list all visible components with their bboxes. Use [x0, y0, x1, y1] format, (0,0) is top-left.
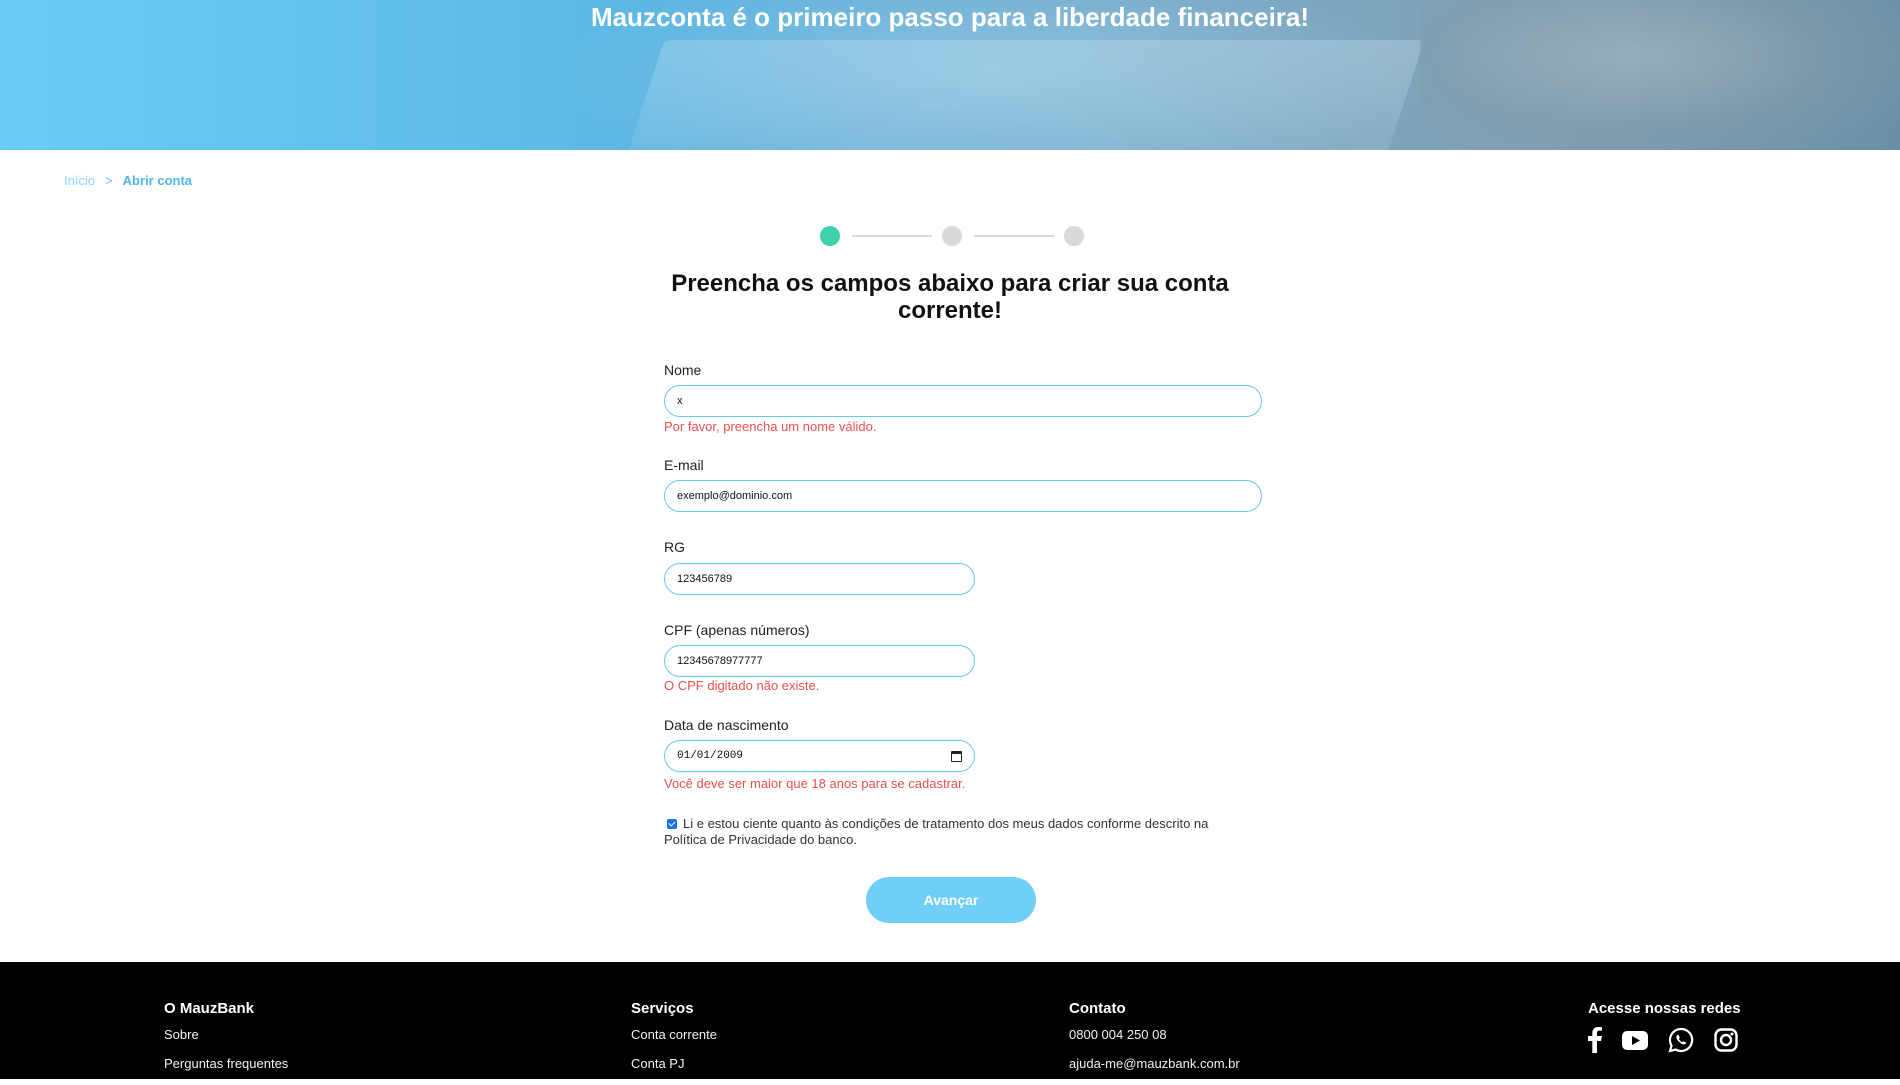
footer-about-heading: O MauzBank: [164, 1000, 255, 1017]
footer-social-column: Acesse nossas redes: [1588, 1000, 1741, 1053]
cpf-input[interactable]: [664, 645, 975, 677]
youtube-icon[interactable]: [1622, 1030, 1648, 1050]
breadcrumb-separator: >: [105, 173, 113, 188]
footer-social-heading: Acesse nossas redes: [1588, 1000, 1741, 1017]
email-label: E-mail: [664, 457, 704, 473]
rg-input[interactable]: [664, 563, 975, 595]
advance-button[interactable]: Avançar: [866, 877, 1036, 923]
step-3-dot: [1064, 226, 1084, 246]
footer-contact-email[interactable]: ajuda-me@mauzbank.com.br: [1069, 1056, 1240, 1071]
footer-services-column: Serviços Conta corrente Conta PJ: [631, 1000, 717, 1085]
nome-label: Nome: [664, 362, 702, 378]
form-title: Preencha os campos abaixo para criar sua…: [671, 270, 1229, 324]
progress-stepper: [820, 226, 1084, 246]
step-connector: [852, 235, 932, 237]
whatsapp-icon[interactable]: [1668, 1027, 1694, 1053]
privacy-consent: Li e estou ciente quanto às condições de…: [664, 816, 1224, 848]
hero-title: Mauzconta é o primeiro passo para a libe…: [590, 2, 1310, 32]
footer-services-heading: Serviços: [631, 1000, 694, 1017]
footer: O MauzBank Sobre Perguntas frequentes Se…: [0, 962, 1900, 1079]
social-links: [1588, 1027, 1741, 1053]
footer-link-faq[interactable]: Perguntas frequentes: [164, 1056, 288, 1071]
step-connector: [974, 235, 1054, 237]
nascimento-label: Data de nascimento: [664, 717, 789, 733]
cpf-error: O CPF digitado não existe.: [664, 678, 820, 693]
footer-link-conta-pj[interactable]: Conta PJ: [631, 1056, 717, 1071]
step-1-dot: [820, 226, 840, 246]
footer-link-conta-corrente[interactable]: Conta corrente: [631, 1027, 717, 1042]
nome-error: Por favor, preencha um nome válido.: [664, 419, 877, 434]
rg-label: RG: [664, 539, 685, 555]
email-input[interactable]: [664, 480, 1262, 512]
footer-contact-heading: Contato: [1069, 1000, 1126, 1017]
consent-text: Li e estou ciente quanto às condições de…: [664, 816, 1209, 847]
calendar-icon[interactable]: [951, 750, 962, 762]
facebook-icon[interactable]: [1588, 1027, 1602, 1053]
cpf-label: CPF (apenas números): [664, 622, 810, 638]
hero-banner: Mauzconta é o primeiro passo para a libe…: [0, 0, 1900, 150]
footer-contact-column: Contato 0800 004 250 08 ajuda-me@mauzban…: [1069, 1000, 1240, 1085]
footer-contact-phone[interactable]: 0800 004 250 08: [1069, 1027, 1240, 1042]
nascimento-value: 01/01/2009: [677, 750, 744, 762]
footer-about-column: O MauzBank Sobre Perguntas frequentes: [164, 1000, 288, 1085]
step-2-dot: [942, 226, 962, 246]
breadcrumb-home-link[interactable]: Início: [64, 173, 95, 188]
footer-link-sobre[interactable]: Sobre: [164, 1027, 288, 1042]
breadcrumb: Início > Abrir conta: [64, 173, 192, 188]
consent-checkbox[interactable]: [667, 819, 677, 829]
nome-input[interactable]: [664, 385, 1262, 417]
breadcrumb-current: Abrir conta: [122, 173, 193, 188]
nascimento-date-input[interactable]: 01/01/2009: [664, 740, 975, 772]
nascimento-error: Você deve ser maior que 18 anos para se …: [664, 776, 966, 791]
instagram-icon[interactable]: [1714, 1028, 1738, 1052]
